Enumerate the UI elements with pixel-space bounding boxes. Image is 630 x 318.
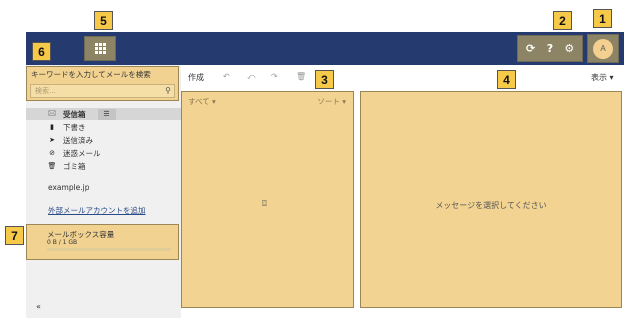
search-label: キーワードを入力してメールを検索 — [31, 70, 151, 79]
message-list-pane: すべて ▾ ソート ▾ ⌼ — [181, 91, 354, 308]
message-view-placeholder: メッセージを選択してください — [435, 201, 547, 210]
search-panel: キーワードを入力してメールを検索 検索... ⚲ — [26, 66, 179, 101]
add-external-account-link[interactable]: 外部メールアカウントを追加 — [48, 205, 146, 216]
trash-icon[interactable]: 🗑 — [296, 72, 306, 81]
spam-icon: ⊘ — [49, 149, 55, 157]
avatar: A — [593, 38, 613, 59]
callout-6: 6 — [32, 42, 51, 61]
quota-progress-bar — [47, 248, 171, 251]
compose-button[interactable]: 作成 — [188, 72, 204, 83]
sidebar-item-trash[interactable]: 🗑 ゴミ箱 — [26, 160, 181, 172]
app-launcher-button[interactable] — [84, 36, 116, 61]
sent-icon: ➤ — [49, 136, 55, 144]
sidebar-item-label: ゴミ箱 — [63, 161, 86, 171]
sidebar-item-drafts[interactable]: ▮ 下書き — [26, 121, 181, 133]
callout-4: 4 — [497, 70, 516, 89]
account-domain: example.jp — [48, 183, 90, 192]
callout-7: 7 — [5, 226, 24, 245]
callout-5: 5 — [94, 11, 113, 30]
forward-icon[interactable]: ↷ — [271, 72, 278, 81]
sidebar-item-sent[interactable]: ➤ 送信済み — [26, 134, 181, 146]
header-tools: ⟳ ? ⚙ — [517, 35, 583, 62]
callout-1: 1 — [593, 9, 612, 28]
draft-icon: ▮ — [50, 123, 54, 131]
sidebar-item-label: 下書き — [63, 122, 86, 132]
inbox-icon: 🖂 — [47, 108, 57, 117]
reply-all-icon[interactable]: ⤺ — [247, 72, 256, 82]
account-menu-button[interactable]: A — [587, 34, 619, 63]
sidebar-item-inbox[interactable]: 🖂 受信箱 ☰ — [26, 108, 181, 120]
sidebar-item-label: 送信済み — [63, 135, 93, 145]
sort-dropdown[interactable]: ソート ▾ — [317, 96, 346, 107]
reply-icon[interactable]: ↶ — [223, 72, 230, 81]
search-placeholder: 検索... — [35, 87, 56, 95]
sidebar-item-label: 受信箱 — [63, 109, 86, 119]
message-toolbar: 作成 ↶ ⤺ ↷ 🗑 表示 ▾ — [181, 65, 624, 90]
mailbox-quota-panel: メールボックス容量 0 B / 1 GB — [26, 224, 179, 260]
help-icon[interactable]: ? — [542, 42, 558, 55]
list-view-toggle-icon[interactable]: ☰ — [97, 108, 116, 120]
trash-icon: 🗑 — [47, 162, 57, 170]
callout-3: 3 — [315, 70, 334, 89]
gear-icon[interactable]: ⚙ — [561, 42, 577, 55]
search-input[interactable]: 検索... ⚲ — [30, 84, 175, 98]
callout-2: 2 — [553, 11, 572, 30]
view-options-button[interactable]: 表示 ▾ — [591, 72, 614, 83]
refresh-icon[interactable]: ⟳ — [523, 42, 539, 55]
sidebar-item-label: 迷惑メール — [63, 148, 101, 158]
empty-list-icon: ⌼ — [262, 199, 267, 208]
message-view-pane: メッセージを選択してください — [360, 91, 622, 308]
filter-dropdown[interactable]: すべて ▾ — [188, 96, 216, 107]
grid-icon — [94, 43, 106, 54]
quota-value: 0 B / 1 GB — [47, 239, 78, 246]
sidebar-item-spam[interactable]: ⊘ 迷惑メール — [26, 147, 181, 159]
search-icon[interactable]: ⚲ — [165, 85, 171, 97]
collapse-sidebar-button[interactable]: « — [36, 302, 41, 311]
